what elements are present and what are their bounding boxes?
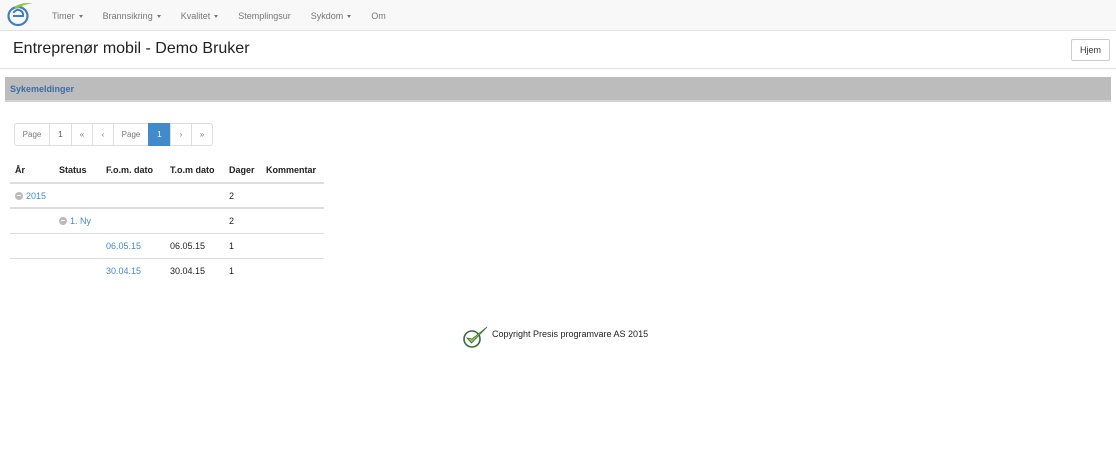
pagination: Page 1 « ‹ Page 1 › »: [14, 123, 213, 146]
caret-down-icon: [347, 14, 352, 18]
from-date-cell: 30.04.15: [101, 258, 165, 283]
empty-cell: [10, 208, 54, 234]
status-cell[interactable]: 1. Ny: [54, 208, 165, 234]
pager-prev-button[interactable]: ‹: [92, 123, 114, 146]
collapse-icon[interactable]: [59, 216, 67, 225]
to-date-cell: 06.05.15: [165, 233, 224, 259]
group-row-status: 1. Ny 2: [10, 208, 324, 234]
nav-item-sykdom-label: Sykdom: [310, 10, 344, 21]
caret-down-icon: [78, 14, 83, 18]
column-header-year[interactable]: År: [10, 158, 54, 184]
caret-down-icon: [156, 14, 161, 18]
column-header-to-date[interactable]: T.o.m dato: [165, 158, 224, 184]
pager-first-button[interactable]: «: [71, 123, 93, 146]
days-cell: 1: [224, 233, 261, 259]
table-row: 30.04.15 30.04.15 1: [10, 258, 324, 283]
days-cell: 2: [224, 208, 261, 234]
section-title: Sykemeldinger: [10, 84, 75, 94]
group-row-year: 2015 2: [10, 183, 324, 209]
nav-item-kvalitet[interactable]: Kvalitet: [171, 11, 229, 21]
from-date-cell: 06.05.15: [101, 233, 165, 259]
nav-item-brannsikring-label: Brannsikring: [102, 10, 153, 21]
top-navbar: Timer Brannsikring Kvalitet Stemplingsur…: [0, 0, 1116, 31]
section-header-bar: Sykemeldinger: [5, 77, 1111, 102]
from-date-link[interactable]: 06.05.15: [106, 241, 141, 251]
empty-cell: [10, 233, 54, 259]
empty-cell: [165, 183, 224, 209]
empty-cell: [261, 183, 324, 209]
column-header-status[interactable]: Status: [54, 158, 101, 184]
column-header-days[interactable]: Dager: [224, 158, 261, 184]
comment-cell: [261, 258, 324, 283]
nav-item-timer[interactable]: Timer: [42, 11, 93, 21]
sick-leave-table: År Status F.o.m. dato T.o.m dato Dager K…: [10, 158, 324, 283]
to-date-cell: 30.04.15: [170, 265, 206, 276]
from-date-link[interactable]: 30.04.15: [106, 266, 141, 276]
page-header: Entreprenør mobil - Demo Bruker: [0, 31, 1116, 69]
days-cell: 1: [229, 265, 235, 276]
nav-item-stemplingsur[interactable]: Stemplingsur: [228, 11, 301, 21]
year-link[interactable]: 2015: [26, 191, 46, 201]
nav-item-timer-label: Timer: [52, 10, 75, 21]
table-row: 06.05.15 06.05.15 1: [10, 233, 324, 259]
nav-item-kvalitet-label: Kvalitet: [180, 10, 211, 21]
table-header-row: År Status F.o.m. dato T.o.m dato Dager K…: [10, 158, 324, 184]
empty-cell: [54, 258, 101, 283]
year-cell[interactable]: 2015: [10, 183, 101, 209]
copyright-text: Copyright Presis programvare AS 2015: [492, 329, 649, 339]
pager-page-input[interactable]: 1: [49, 123, 72, 146]
empty-cell: [261, 208, 324, 234]
nav-item-stemplingsur-label: Stemplingsur: [238, 10, 291, 21]
caret-down-icon: [214, 14, 219, 18]
pager-page-label-2: Page: [113, 123, 149, 146]
days-cell: 2: [224, 183, 261, 209]
collapse-icon[interactable]: [15, 191, 23, 200]
nav-item-om[interactable]: Om: [361, 11, 396, 21]
checkmark-logo-icon: [463, 326, 488, 348]
home-button[interactable]: Hjem: [1071, 39, 1110, 61]
comment-cell: [261, 233, 324, 259]
pager-page-label: Page: [14, 123, 50, 146]
nav-item-sykdom[interactable]: Sykdom: [301, 11, 362, 21]
page-title: Entreprenør mobil - Demo Bruker: [13, 40, 250, 57]
pager-last-button[interactable]: »: [191, 123, 213, 146]
nav-item-brannsikring[interactable]: Brannsikring: [93, 11, 171, 21]
nav-menu: Timer Brannsikring Kvalitet Stemplingsur…: [42, 0, 396, 31]
empty-cell: [165, 208, 224, 234]
column-header-comment[interactable]: Kommentar: [261, 158, 324, 184]
empty-cell: [54, 233, 101, 259]
column-header-from-date[interactable]: F.o.m. dato: [101, 158, 165, 184]
pager-next-button[interactable]: ›: [170, 123, 192, 146]
empty-cell: [101, 183, 165, 209]
app-logo-icon[interactable]: [6, 2, 34, 28]
empty-cell: [10, 258, 54, 283]
status-link[interactable]: 1. Ny: [70, 216, 91, 226]
pager-current-page[interactable]: 1: [148, 123, 171, 146]
nav-item-om-label: Om: [371, 10, 386, 21]
